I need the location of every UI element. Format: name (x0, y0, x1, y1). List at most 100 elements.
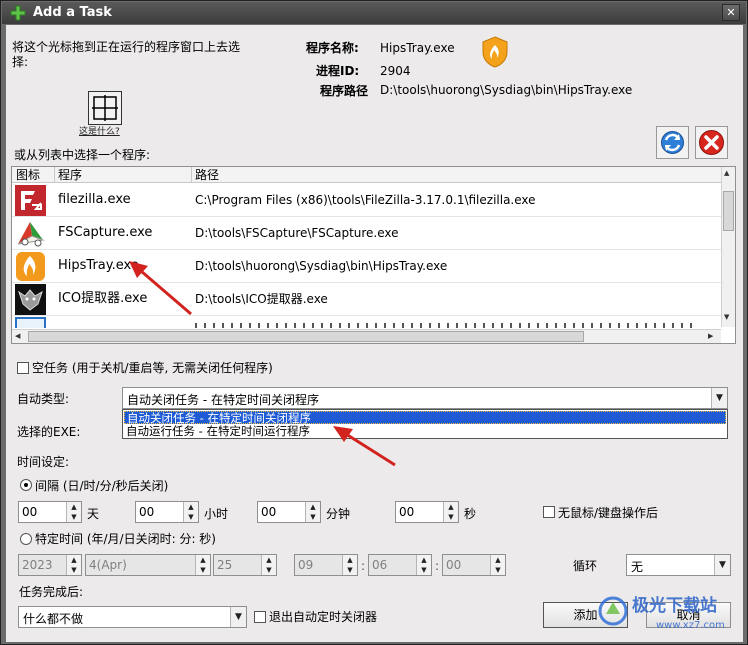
program-name-label: 程序名称: (306, 41, 359, 55)
minutes-unit: 分钟 (326, 507, 351, 521)
exit-auto-label: 退出自动定时关闭器 (269, 610, 378, 624)
row-path: D:\tools\FSCapture\FSCapture.exe (195, 226, 399, 240)
ico-extractor-icon (15, 284, 46, 315)
spinner-arrows-icon[interactable]: ▲ ▼ (261, 555, 276, 575)
exit-auto-checkbox[interactable] (254, 611, 266, 623)
second-spinner[interactable]: 00 ▲ ▼ (442, 554, 506, 576)
scroll-up-arrow[interactable]: ▲ (724, 169, 729, 177)
table-row[interactable]: HipsTray.exe D:\tools\huorong\Sysdiag\bi… (12, 250, 721, 283)
spinner-arrows-icon[interactable]: ▲ ▼ (195, 555, 210, 575)
hipstray-shield-icon (482, 36, 508, 68)
refresh-icon (661, 131, 684, 154)
row-program: filezilla.exe (58, 192, 131, 207)
auto-type-selected: 自动关闭任务 - 在特定时间关闭程序 (127, 393, 319, 407)
loop-label: 循环 (573, 559, 598, 573)
days-spinner[interactable]: 00 ▲ ▼ (18, 501, 82, 523)
add-plus-icon (10, 5, 26, 21)
scroll-left-arrow[interactable]: ◀ (15, 332, 20, 340)
auto-type-label: 自动类型: (17, 392, 70, 406)
scroll-thumb[interactable] (723, 191, 734, 231)
hour-spinner[interactable]: 09 ▲ ▼ (294, 554, 358, 576)
day-spinner[interactable]: 25 ▲ ▼ (213, 554, 277, 576)
whatis-link[interactable]: 这是什么? (79, 125, 120, 139)
drag-hint-text-cont: 择: (12, 55, 29, 69)
pid-label: 进程ID: (316, 64, 360, 78)
no-input-label: 无鼠标/键盘操作后 (558, 506, 659, 520)
program-path-value: D:\tools\huorong\Sysdiag\bin\HipsTray.ex… (380, 83, 633, 97)
empty-task-checkbox[interactable] (17, 362, 29, 374)
list-vscrollbar[interactable]: ▲ ▼ (721, 167, 735, 327)
chevron-down-icon[interactable]: ▼ (711, 388, 727, 408)
close-window-button[interactable]: ✕ (722, 4, 740, 21)
dropdown-option-close[interactable]: 自动关闭任务 - 在特定时间关闭程序 (124, 411, 726, 425)
program-path-label: 程序路径 (320, 84, 369, 98)
specific-time-label: 特定时间 (年/月/日关闭时: 分: 秒) (35, 532, 216, 546)
selected-exe-label: 选择的EXE: (17, 425, 81, 439)
interval-label: 间隔 (日/时/分/秒后关闭) (35, 479, 169, 493)
time-colon: : (435, 559, 440, 573)
seconds-unit: 秒 (464, 507, 477, 521)
table-row-partial[interactable] (12, 316, 721, 328)
spinner-arrows-icon[interactable]: ▲ ▼ (342, 555, 357, 575)
spinner-arrows-icon[interactable]: ▲ ▼ (183, 502, 198, 522)
scroll-right-arrow[interactable]: ▶ (708, 332, 713, 340)
minutes-spinner[interactable]: 00 ▲ ▼ (257, 501, 321, 523)
auto-type-dropdown[interactable]: 自动关闭任务 - 在特定时间关闭程序 自动运行任务 - 在特定时间运行程序 (122, 409, 728, 439)
no-input-checkbox[interactable] (543, 506, 555, 518)
interval-radio[interactable] (20, 479, 32, 491)
hours-unit: 小时 (204, 507, 229, 521)
table-row[interactable]: FSCapture.exe D:\tools\FSCapture\FSCaptu… (12, 217, 721, 250)
scroll-down-arrow[interactable]: ▼ (724, 313, 729, 321)
add-task-window: Add a Task ✕ 将这个光标拖到正在运行的程序窗口上去选 择: 这是什么… (0, 0, 748, 645)
hscroll-thumb[interactable] (28, 331, 584, 342)
days-unit: 天 (87, 507, 100, 521)
fscapture-icon (17, 222, 45, 247)
column-header-icon[interactable]: 图标 (16, 168, 40, 182)
spinner-arrows-icon[interactable]: ▲ ▼ (66, 502, 81, 522)
delete-button[interactable] (695, 126, 728, 159)
row-program: ICO提取器.exe (58, 291, 148, 306)
table-row[interactable]: ICO提取器.exe D:\tools\ICO提取器.exe (12, 283, 721, 316)
crosshair-icon (92, 95, 118, 121)
program-name-value: HipsTray.exe (380, 41, 455, 55)
program-list[interactable]: 图标 程序 路径 filezilla.exe C:\Program Files … (11, 166, 736, 344)
watermark-logo-icon (598, 596, 628, 626)
list-prompt: 或从列表中选择一个程序: (14, 148, 151, 162)
watermark-url: www.xz7.com (656, 620, 725, 631)
column-header-path[interactable]: 路径 (195, 168, 219, 182)
row-path: D:\tools\huorong\Sysdiag\bin\HipsTray.ex… (195, 259, 448, 273)
chevron-down-icon[interactable]: ▼ (714, 555, 730, 575)
list-header: 图标 程序 路径 (12, 167, 721, 183)
refresh-button[interactable] (656, 126, 689, 159)
spinner-arrows-icon[interactable]: ▲ ▼ (305, 502, 320, 522)
auto-type-select[interactable]: 自动关闭任务 - 在特定时间关闭程序 ▼ (122, 387, 728, 409)
title-bar: Add a Task ✕ (2, 2, 746, 24)
filezilla-icon (15, 185, 46, 216)
after-complete-select[interactable]: 什么都不做 ▼ (18, 606, 247, 628)
after-complete-label: 任务完成后: (19, 585, 84, 599)
month-spinner[interactable]: 4(Apr) ▲ ▼ (85, 554, 211, 576)
spinner-arrows-icon[interactable]: ▲ ▼ (443, 502, 458, 522)
spinner-arrows-icon[interactable]: ▲ ▼ (66, 555, 81, 575)
drag-hint-text: 将这个光标拖到正在运行的程序窗口上去选 (12, 40, 241, 54)
hours-spinner[interactable]: 00 ▲ ▼ (135, 501, 199, 523)
table-row[interactable]: filezilla.exe C:\Program Files (x86)\too… (12, 184, 721, 217)
time-setting-label: 时间设定: (17, 455, 70, 469)
chevron-down-icon[interactable]: ▼ (230, 607, 246, 627)
seconds-spinner[interactable]: 00 ▲ ▼ (395, 501, 459, 523)
spinner-arrows-icon[interactable]: ▲ ▼ (416, 555, 431, 575)
year-spinner[interactable]: 2023 ▲ ▼ (18, 554, 82, 576)
spinner-arrows-icon[interactable]: ▲ ▼ (490, 555, 505, 575)
watermark-text: 极光下载站 (632, 596, 717, 616)
dropdown-option-run[interactable]: 自动运行任务 - 在特定时间运行程序 (124, 425, 726, 438)
list-hscrollbar[interactable]: ◀ ▶ (12, 329, 721, 343)
loop-select[interactable]: 无 ▼ (626, 554, 731, 576)
column-header-program[interactable]: 程序 (58, 168, 82, 182)
specific-time-radio[interactable] (20, 533, 32, 545)
window-title: Add a Task (33, 5, 112, 20)
pid-value: 2904 (380, 64, 411, 78)
row-path: C:\Program Files (x86)\tools\FileZilla-3… (195, 193, 536, 207)
row-program: FSCapture.exe (58, 225, 153, 240)
crosshair-drag-target[interactable] (88, 91, 122, 125)
minute-spinner[interactable]: 06 ▲ ▼ (368, 554, 432, 576)
